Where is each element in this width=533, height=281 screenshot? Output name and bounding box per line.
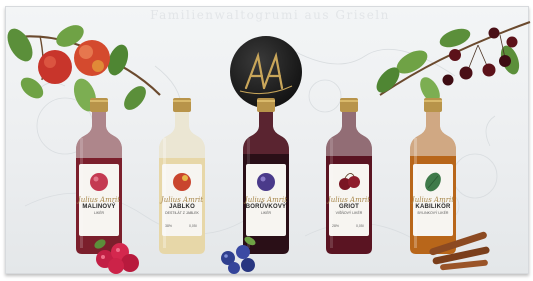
cinnamon-icon [429,231,490,271]
raspberry-icon [94,239,139,274]
fruit-decorations [94,231,490,274]
blueberry-icon [221,236,256,274]
gift-box-scene: Familienwaltogrumi aus Griseln Julius Am… [0,0,533,281]
